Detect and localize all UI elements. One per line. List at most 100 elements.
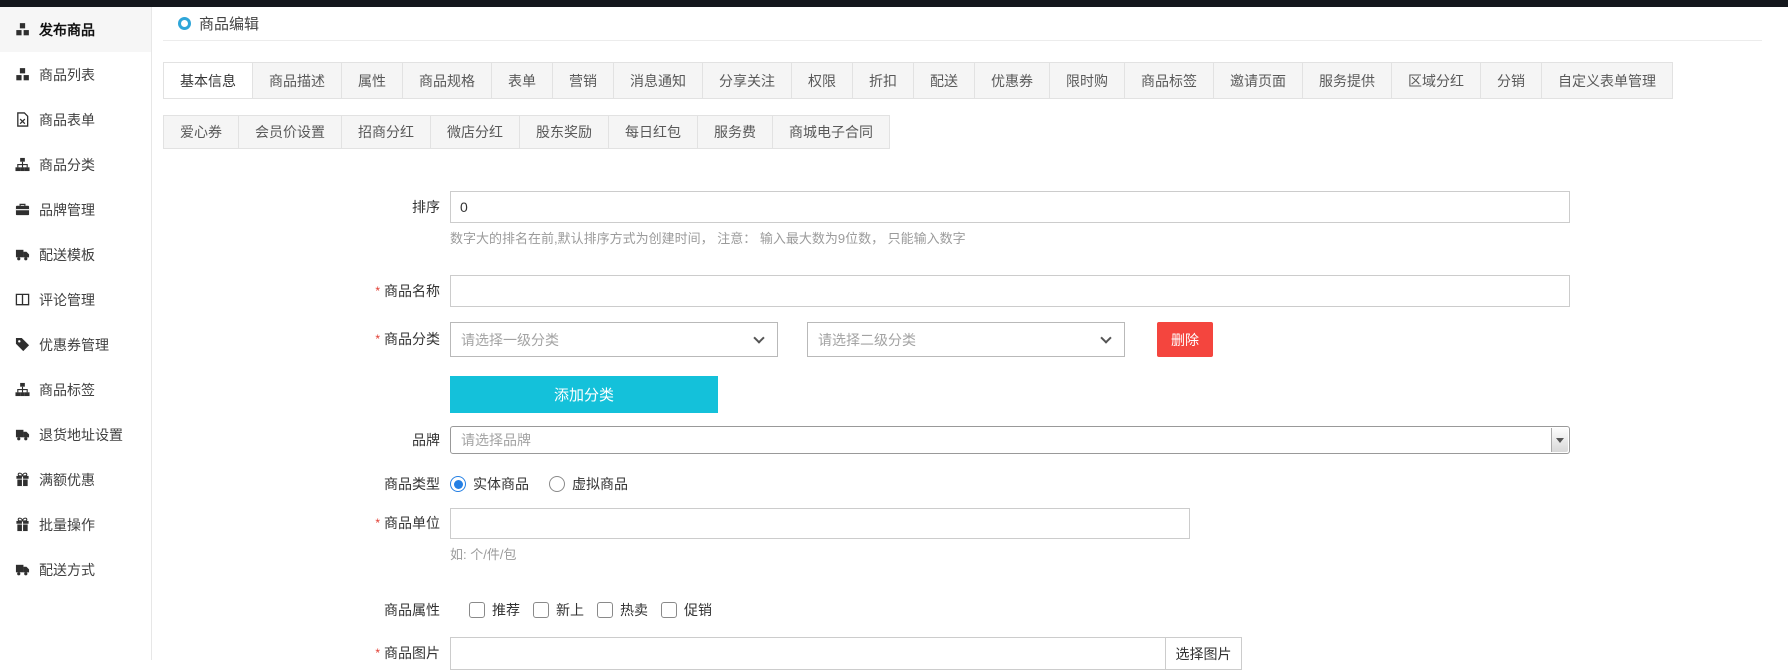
tab-invite-page[interactable]: 邀请页面 [1214, 63, 1303, 98]
category-level2-placeholder: 请选择二级分类 [818, 330, 916, 350]
tab-discount[interactable]: 折扣 [853, 63, 914, 98]
tab-notifications[interactable]: 消息通知 [614, 63, 703, 98]
tab-shareholder-reward[interactable]: 股东奖励 [520, 116, 609, 148]
required-asterisk: * [375, 646, 380, 660]
sidebar-item-product-category[interactable]: 商品分类 [0, 142, 151, 187]
tab-distribution[interactable]: 分销 [1481, 63, 1542, 98]
brand-select[interactable]: 请选择品牌 [450, 426, 1570, 454]
chevron-down-icon [1100, 332, 1111, 343]
checkbox-label: 热卖 [620, 600, 648, 620]
checkbox-label: 推荐 [492, 600, 520, 620]
tab-product-tags[interactable]: 商品标签 [1125, 63, 1214, 98]
checkbox-label: 新上 [556, 600, 584, 620]
product-name-input[interactable] [450, 275, 1570, 307]
checkbox-option-promo[interactable]: 促销 [661, 600, 712, 620]
sidebar-item-delivery-template[interactable]: 配送模板 [0, 232, 151, 277]
sidebar-item-product-tags[interactable]: 商品标签 [0, 367, 151, 412]
sidebar-item-batch-ops[interactable]: 批量操作 [0, 502, 151, 547]
tab-marketing[interactable]: 营销 [553, 63, 614, 98]
category-row: *商品分类 请选择一级分类 请选择二级分类 删除 [152, 322, 1788, 357]
tab-love-coupon[interactable]: 爱心券 [164, 116, 239, 148]
gift-icon [15, 472, 30, 487]
product-unit-row: *商品单位 如: 个/件/包 [152, 508, 1788, 563]
tab-share-follow[interactable]: 分享关注 [703, 63, 792, 98]
truck-icon [15, 427, 30, 442]
checkbox-option-recommend[interactable]: 推荐 [469, 600, 520, 620]
checkbox-label: 促销 [684, 600, 712, 620]
radio-option-physical[interactable]: 实体商品 [450, 474, 529, 494]
tab-merchant-dividend[interactable]: 招商分红 [342, 116, 431, 148]
radio-option-virtual[interactable]: 虚拟商品 [549, 474, 628, 494]
sort-input[interactable] [450, 191, 1570, 223]
sidebar-item-product-form[interactable]: 商品表单 [0, 97, 151, 142]
tab-delivery[interactable]: 配送 [914, 63, 975, 98]
tab-service-fee[interactable]: 服务费 [698, 116, 773, 148]
tab-region-dividend[interactable]: 区域分红 [1392, 63, 1481, 98]
sitemap-icon [15, 157, 30, 172]
radio-checked-icon[interactable] [450, 476, 466, 492]
tab-bar-row2: 爱心券 会员价设置 招商分红 微店分红 股东奖励 每日红包 服务费 商城电子合同 [163, 115, 1788, 149]
sidebar-item-return-address[interactable]: 退货地址设置 [0, 412, 151, 457]
select-image-button[interactable]: 选择图片 [1165, 638, 1241, 669]
sidebar-item-comment-mgmt[interactable]: 评论管理 [0, 277, 151, 322]
sidebar-item-label: 优惠券管理 [39, 335, 109, 355]
tab-form[interactable]: 表单 [492, 63, 553, 98]
tab-microshop-dividend[interactable]: 微店分红 [431, 116, 520, 148]
cubes-icon [15, 67, 30, 82]
checkbox-unchecked-icon[interactable] [661, 602, 677, 618]
category-label: 商品分类 [384, 331, 440, 347]
tab-product-desc[interactable]: 商品描述 [253, 63, 342, 98]
product-edit-form: 排序 数字大的排名在前,默认排序方式为创建时间， 注意： 输入最大数为9位数， … [152, 191, 1788, 670]
tab-coupon[interactable]: 优惠券 [975, 63, 1050, 98]
tab-mall-econtract[interactable]: 商城电子合同 [773, 116, 889, 148]
brand-row: 品牌 请选择品牌 [152, 426, 1788, 454]
product-unit-label: 商品单位 [384, 515, 440, 531]
checkbox-option-new[interactable]: 新上 [533, 600, 584, 620]
tab-basic-info[interactable]: 基本信息 [164, 63, 253, 98]
tab-flash-sale[interactable]: 限时购 [1050, 63, 1125, 98]
sidebar: 发布商品 商品列表 商品表单 商品分类 品牌管理 配送模板 评论管理 优惠券管 [0, 7, 152, 660]
sidebar-item-coupon-mgmt[interactable]: 优惠券管理 [0, 322, 151, 367]
product-image-input[interactable] [451, 638, 1165, 669]
category-level2-select[interactable]: 请选择二级分类 [807, 322, 1125, 357]
sidebar-item-label: 配送模板 [39, 245, 95, 265]
product-unit-input[interactable] [450, 508, 1190, 539]
radio-label: 虚拟商品 [572, 474, 628, 494]
page-header: 商品编辑 [163, 7, 1762, 41]
tab-attributes[interactable]: 属性 [342, 63, 403, 98]
sidebar-item-label: 品牌管理 [39, 200, 95, 220]
tab-service-provide[interactable]: 服务提供 [1303, 63, 1392, 98]
triangle-down-icon [1556, 438, 1564, 443]
product-unit-hint: 如: 个/件/包 [450, 544, 1190, 563]
checkbox-unchecked-icon[interactable] [533, 602, 549, 618]
add-category-button[interactable]: 添加分类 [450, 376, 718, 413]
tab-daily-redpacket[interactable]: 每日红包 [609, 116, 698, 148]
sidebar-item-delivery-method[interactable]: 配送方式 [0, 547, 151, 592]
category-level1-select[interactable]: 请选择一级分类 [450, 322, 778, 357]
delete-category-button[interactable]: 删除 [1157, 322, 1213, 357]
sidebar-item-publish-product[interactable]: 发布商品 [0, 7, 151, 52]
sidebar-item-label: 商品表单 [39, 110, 95, 130]
tab-product-spec[interactable]: 商品规格 [403, 63, 492, 98]
briefcase-icon [15, 202, 30, 217]
cubes-icon [15, 22, 30, 37]
sitemap-icon [15, 382, 30, 397]
tab-member-price[interactable]: 会员价设置 [239, 116, 342, 148]
product-type-label: 商品类型 [152, 474, 450, 494]
product-name-row: *商品名称 [152, 275, 1788, 307]
sidebar-item-product-list[interactable]: 商品列表 [0, 52, 151, 97]
checkbox-unchecked-icon[interactable] [469, 602, 485, 618]
sidebar-item-full-discount[interactable]: 满额优惠 [0, 457, 151, 502]
sidebar-item-brand-mgmt[interactable]: 品牌管理 [0, 187, 151, 232]
add-category-row: 添加分类 [152, 376, 1788, 413]
select-dropdown-button[interactable] [1551, 428, 1568, 452]
tags-icon [15, 337, 30, 352]
sidebar-item-label: 配送方式 [39, 560, 95, 580]
truck-icon [15, 562, 30, 577]
tab-permissions[interactable]: 权限 [792, 63, 853, 98]
checkbox-unchecked-icon[interactable] [597, 602, 613, 618]
tab-custom-form-mgmt[interactable]: 自定义表单管理 [1542, 63, 1672, 98]
checkbox-option-hot[interactable]: 热卖 [597, 600, 648, 620]
radio-unchecked-icon[interactable] [549, 476, 565, 492]
chevron-down-icon [753, 332, 764, 343]
